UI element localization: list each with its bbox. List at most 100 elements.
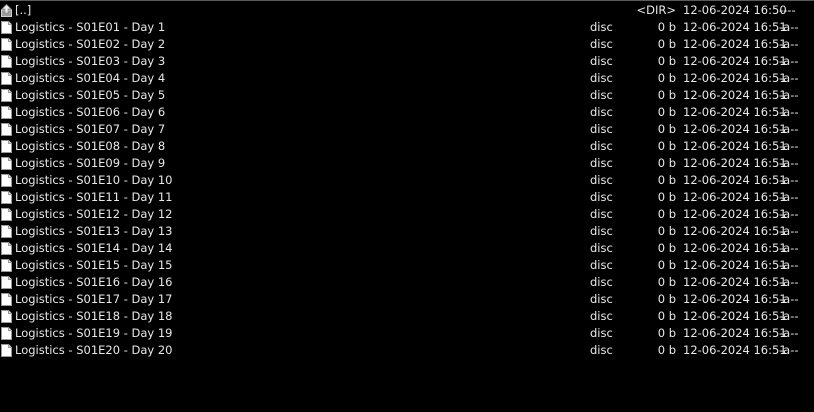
file-icon [1,276,12,289]
file-attributes: -a-- [779,207,799,221]
parent-dir-row[interactable]: [..] <DIR> 12-06-2024 16:50 ---- [0,2,814,19]
file-name: Logistics - S01E13 - Day 13 [15,224,173,238]
file-icon [1,72,12,85]
file-row[interactable]: Logistics - S01E15 - Day 15 disc 0 b 12-06-… [0,257,814,274]
file-date: 12-06-2024 16:51 [683,258,787,272]
file-icon [1,259,12,272]
file-size: 0 b [657,71,676,85]
file-attributes: -a-- [779,292,799,306]
file-size: 0 b [657,122,676,136]
file-attributes: -a-- [779,241,799,255]
file-date: 12-06-2024 16:51 [683,88,787,102]
file-row[interactable]: Logistics - S01E18 - Day 18 disc 0 b 12-06-… [0,308,814,325]
file-row[interactable]: Logistics - S01E17 - Day 17 disc 0 b 12-06-… [0,291,814,308]
file-icon [1,344,12,357]
file-size: 0 b [657,88,676,102]
file-row[interactable]: Logistics - S01E05 - Day 5 disc 0 b 12-06-2… [0,87,814,104]
file-date: 12-06-2024 16:51 [683,105,787,119]
file-icon [1,140,12,153]
file-icon [1,157,12,170]
file-date: 12-06-2024 16:51 [683,241,787,255]
file-name: Logistics - S01E19 - Day 19 [15,326,173,340]
file-attributes: -a-- [779,258,799,272]
file-date: 12-06-2024 16:51 [683,139,787,153]
file-name: Logistics - S01E07 - Day 7 [15,122,166,136]
file-date: 12-06-2024 16:51 [683,156,787,170]
file-attributes: -a-- [779,122,799,136]
file-row[interactable]: Logistics - S01E07 - Day 7 disc 0 b 12-06-2… [0,121,814,138]
file-date: 12-06-2024 16:51 [683,224,787,238]
file-icon [1,55,12,68]
file-name: Logistics - S01E06 - Day 6 [15,105,166,119]
file-size: 0 b [657,224,676,238]
file-attributes: -a-- [779,20,799,34]
file-icon [1,174,12,187]
file-row[interactable]: Logistics - S01E06 - Day 6 disc 0 b 12-06-2… [0,104,814,121]
file-date: 12-06-2024 16:51 [683,326,787,340]
file-row[interactable]: Logistics - S01E13 - Day 13 disc 0 b 12-06-… [0,223,814,240]
file-date: 12-06-2024 16:51 [683,190,787,204]
file-name: Logistics - S01E20 - Day 20 [15,343,173,357]
file-row[interactable]: Logistics - S01E19 - Day 19 disc 0 b 12-06-… [0,325,814,342]
file-row[interactable]: Logistics - S01E08 - Day 8 disc 0 b 12-06-2… [0,138,814,155]
file-date: 12-06-2024 16:51 [683,37,787,51]
file-size: 0 b [657,275,676,289]
file-icon [1,89,12,102]
file-icon [1,293,12,306]
file-name: Logistics - S01E04 - Day 4 [15,71,166,85]
file-row[interactable]: Logistics - S01E12 - Day 12 disc 0 b 12-06-… [0,206,814,223]
file-size: 0 b [657,241,676,255]
file-row[interactable]: Logistics - S01E11 - Day 11 disc 0 b 12-06-… [0,189,814,206]
file-date: 12-06-2024 16:51 [683,71,787,85]
file-size: 0 b [657,139,676,153]
file-size: 0 b [657,37,676,51]
parent-dir-attr: ---- [779,3,796,17]
file-icon [1,327,12,340]
parent-dir-date: 12-06-2024 16:50 [683,3,787,17]
file-row[interactable]: Logistics - S01E03 - Day 3 disc 0 b 12-06-2… [0,53,814,70]
file-row[interactable]: Logistics - S01E02 - Day 2 disc 0 b 12-06-2… [0,36,814,53]
file-row[interactable]: Logistics - S01E14 - Day 14 disc 0 b 12-06-… [0,240,814,257]
file-icon [1,225,12,238]
up-folder-icon [1,4,12,17]
file-attributes: -a-- [779,88,799,102]
file-date: 12-06-2024 16:51 [683,275,787,289]
file-date: 12-06-2024 16:51 [683,343,787,357]
file-attributes: -a-- [779,139,799,153]
file-name: Logistics - S01E05 - Day 5 [15,88,166,102]
file-icon [1,242,12,255]
file-name: Logistics - S01E10 - Day 10 [15,173,173,187]
file-size: 0 b [657,343,676,357]
file-size: 0 b [657,54,676,68]
file-date: 12-06-2024 16:51 [683,20,787,34]
file-row[interactable]: Logistics - S01E01 - Day 1 disc 0 b 12-06-2… [0,19,814,36]
file-date: 12-06-2024 16:51 [683,292,787,306]
file-attributes: -a-- [779,173,799,187]
parent-dir-name: [..] [15,3,32,17]
file-icon [1,310,12,323]
file-row[interactable]: Logistics - S01E09 - Day 9 disc 0 b 12-06-2… [0,155,814,172]
file-size: 0 b [657,207,676,221]
file-attributes: -a-- [779,156,799,170]
file-row[interactable]: Logistics - S01E20 - Day 20 disc 0 b 12-06-… [0,342,814,359]
file-date: 12-06-2024 16:51 [683,309,787,323]
file-size: 0 b [657,326,676,340]
file-row[interactable]: Logistics - S01E04 - Day 4 disc 0 b 12-06-2… [0,70,814,87]
file-date: 12-06-2024 16:51 [683,122,787,136]
file-name: Logistics - S01E15 - Day 15 [15,258,173,272]
file-size: 0 b [657,156,676,170]
file-size: 0 b [657,105,676,119]
pane-divider [0,0,814,1]
file-row[interactable]: Logistics - S01E10 - Day 10 disc 0 b 12-06-… [0,172,814,189]
file-size: 0 b [657,292,676,306]
file-row[interactable]: Logistics - S01E16 - Day 16 disc 0 b 12-06-… [0,274,814,291]
file-name: Logistics - S01E18 - Day 18 [15,309,173,323]
file-size: 0 b [657,173,676,187]
file-name: Logistics - S01E03 - Day 3 [15,54,166,68]
file-list: [..] <DIR> 12-06-2024 16:50 ---- Logisti… [0,2,814,359]
file-attributes: -a-- [779,190,799,204]
file-list-pane: [..] <DIR> 12-06-2024 16:50 ---- Logisti… [0,0,814,412]
file-name: Logistics - S01E02 - Day 2 [15,37,166,51]
file-size: 0 b [657,190,676,204]
file-icon [1,21,12,34]
